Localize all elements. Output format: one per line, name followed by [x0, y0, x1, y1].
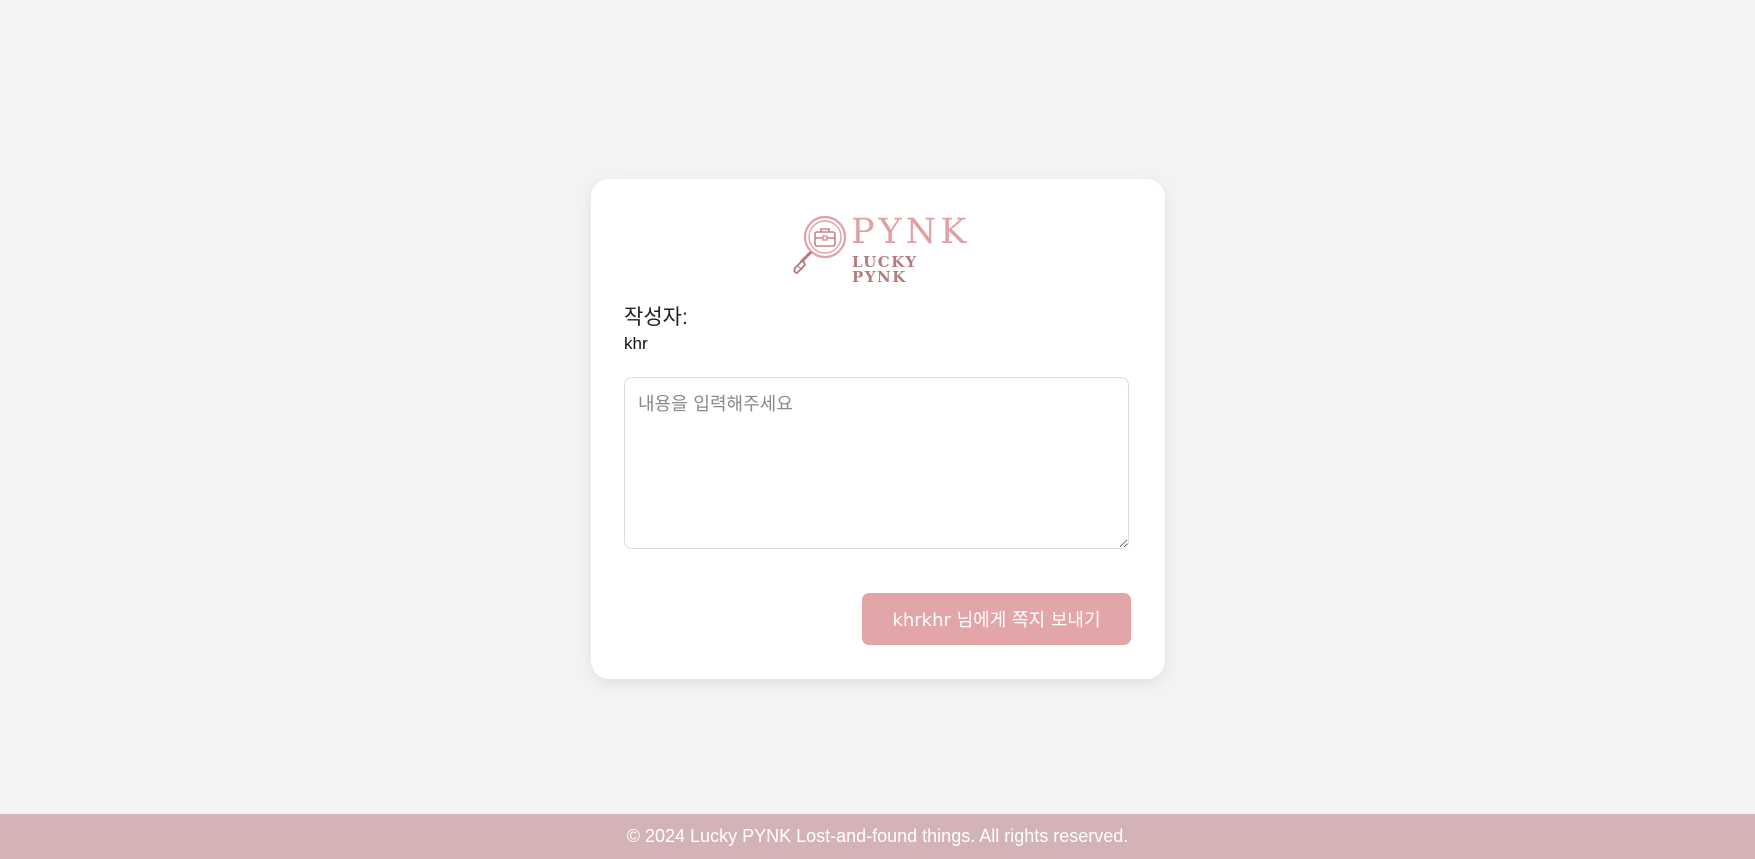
author-name: khr — [624, 334, 648, 353]
footer: © 2024 Lucky PYNK Lost-and-found things.… — [0, 814, 1755, 859]
logo[interactable]: PYNK LUCKY PYNK — [791, 212, 971, 285]
footer-copyright: © 2024 Lucky PYNK Lost-and-found things.… — [626, 826, 1129, 846]
magnifier-briefcase-icon — [791, 215, 849, 275]
logo-title: PYNK — [851, 212, 971, 252]
send-message-button[interactable]: khrkhr 님에게 쪽지 보내기 — [862, 593, 1131, 645]
message-card: PYNK LUCKY PYNK 작성자: khr khrkhr 님에게 쪽지 보… — [591, 179, 1165, 679]
message-input[interactable] — [624, 377, 1129, 549]
author-label: 작성자: — [624, 306, 688, 329]
logo-subtitle: LUCKY PYNK — [852, 253, 918, 286]
